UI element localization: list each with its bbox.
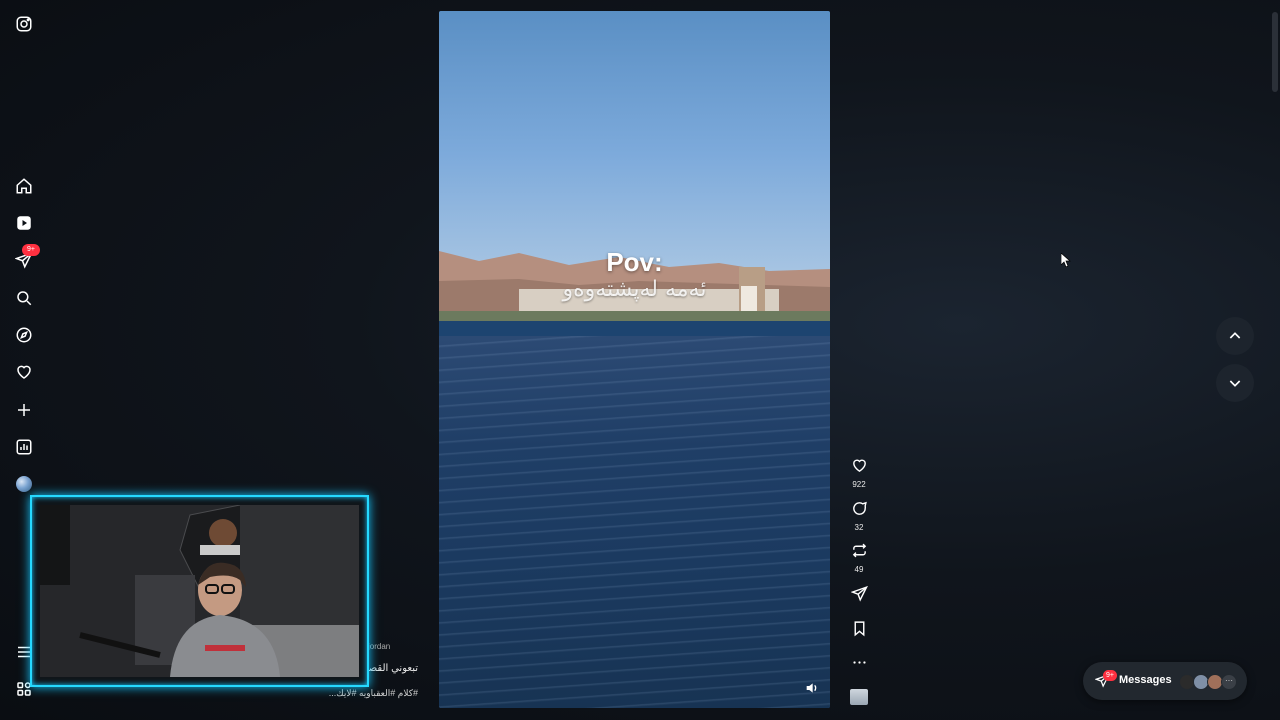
video-sky [439,11,830,271]
caption-username[interactable]: jordan [368,642,390,651]
next-reel-button[interactable] [1216,364,1254,402]
comment-icon [852,501,867,515]
bookmark-icon [854,621,864,637]
profile-avatar[interactable] [12,472,36,496]
heart-icon [852,459,866,473]
chevron-up-icon [1229,332,1241,339]
audio-thumbnail[interactable] [850,689,868,705]
webcam-feed [40,505,359,677]
comment-button[interactable]: 32 [847,500,871,532]
repost-icon [852,543,866,558]
video-waves [439,336,830,708]
caption-hashtags[interactable]: #كلام #العقباويه #لايك... [320,688,418,699]
share-send-icon [849,585,868,602]
home-icon[interactable] [12,174,36,198]
share-button[interactable] [847,585,871,607]
webcam-overlay [30,495,369,687]
messages-icon[interactable]: 9+ [12,244,40,272]
caption-text: تبعوني القصة [366,663,418,674]
like-count: 922 [852,480,866,489]
more-options-button[interactable] [847,654,871,676]
more-contacts-icon: ··· [1221,674,1237,690]
video-text-overlay-title: Pov: [606,247,663,277]
comment-count: 32 [854,523,864,532]
messages-dock-label: Messages [1119,674,1172,686]
previous-reel-button[interactable] [1216,317,1254,355]
notifications-heart-icon[interactable] [12,360,36,384]
chevron-down-icon [1229,380,1241,387]
audio-volume-icon[interactable] [804,680,820,696]
like-button[interactable]: 922 [847,457,871,489]
scrollbar[interactable] [1272,12,1278,92]
explore-icon[interactable] [12,323,36,347]
mouse-cursor-icon [1061,253,1071,267]
messages-dock-badge: 9+ [1103,670,1117,681]
reels-icon[interactable] [12,211,36,235]
messages-dock-button[interactable]: 9+ Messages ··· [1083,662,1247,700]
instagram-logo-icon[interactable] [12,12,36,36]
reel-video[interactable]: Pov: ئەمە لەپشتەوەو [439,11,830,708]
create-plus-icon[interactable] [12,398,36,422]
ellipsis-icon [852,661,866,664]
messages-badge: 9+ [22,244,40,256]
repost-count: 49 [854,565,864,574]
repost-button[interactable]: 49 [847,542,871,574]
dashboard-icon[interactable] [12,435,36,459]
video-text-overlay-subtitle: ئەمە لەپشتەوەو [562,277,707,302]
save-button[interactable] [847,620,871,642]
search-icon[interactable] [12,286,36,310]
